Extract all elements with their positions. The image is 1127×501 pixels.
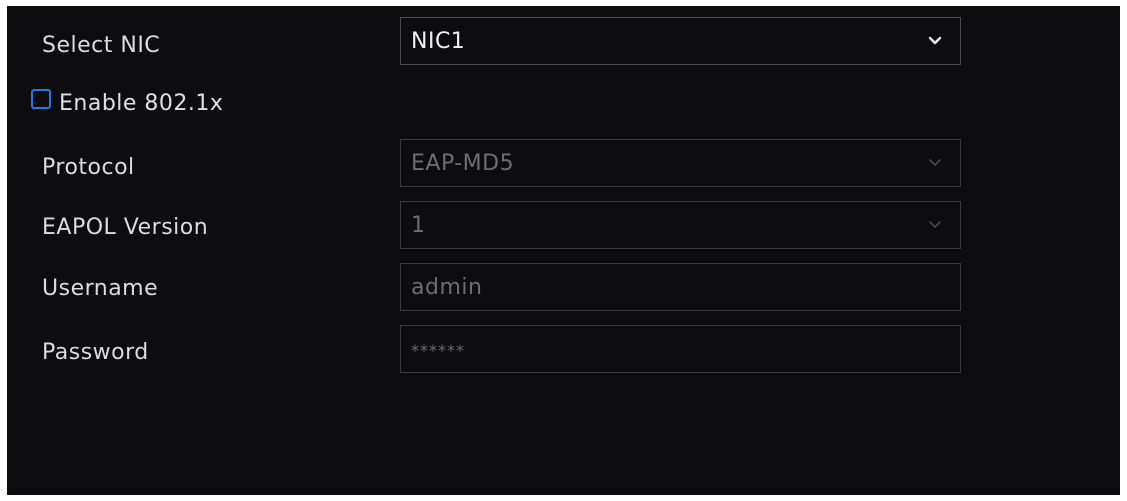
select-nic-label: Select NIC [42,33,161,58]
8021x-settings-panel: Select NIC NIC1 Enable 802.1x Protocol E… [7,6,1120,495]
eapol-version-label: EAPOL Version [42,215,209,240]
chevron-down-icon [928,36,942,45]
eapol-version-dropdown[interactable]: 1 [400,201,961,249]
enable-8021x-label: Enable 802.1x [59,91,224,116]
password-label: Password [42,340,149,365]
enable-8021x-checkbox[interactable] [31,89,51,109]
username-label: Username [42,276,159,301]
protocol-label: Protocol [42,155,135,180]
eapol-version-value: 1 [411,213,426,238]
chevron-down-icon [929,221,941,228]
protocol-value: EAP-MD5 [411,151,515,176]
password-field[interactable]: ****** [400,325,961,373]
username-value: admin [411,275,483,300]
chevron-down-icon [929,159,941,166]
select-nic-value: NIC1 [411,29,466,54]
protocol-dropdown[interactable]: EAP-MD5 [400,139,961,187]
username-field[interactable]: admin [400,263,961,311]
select-nic-dropdown[interactable]: NIC1 [400,17,961,65]
password-value: ****** [411,341,465,360]
